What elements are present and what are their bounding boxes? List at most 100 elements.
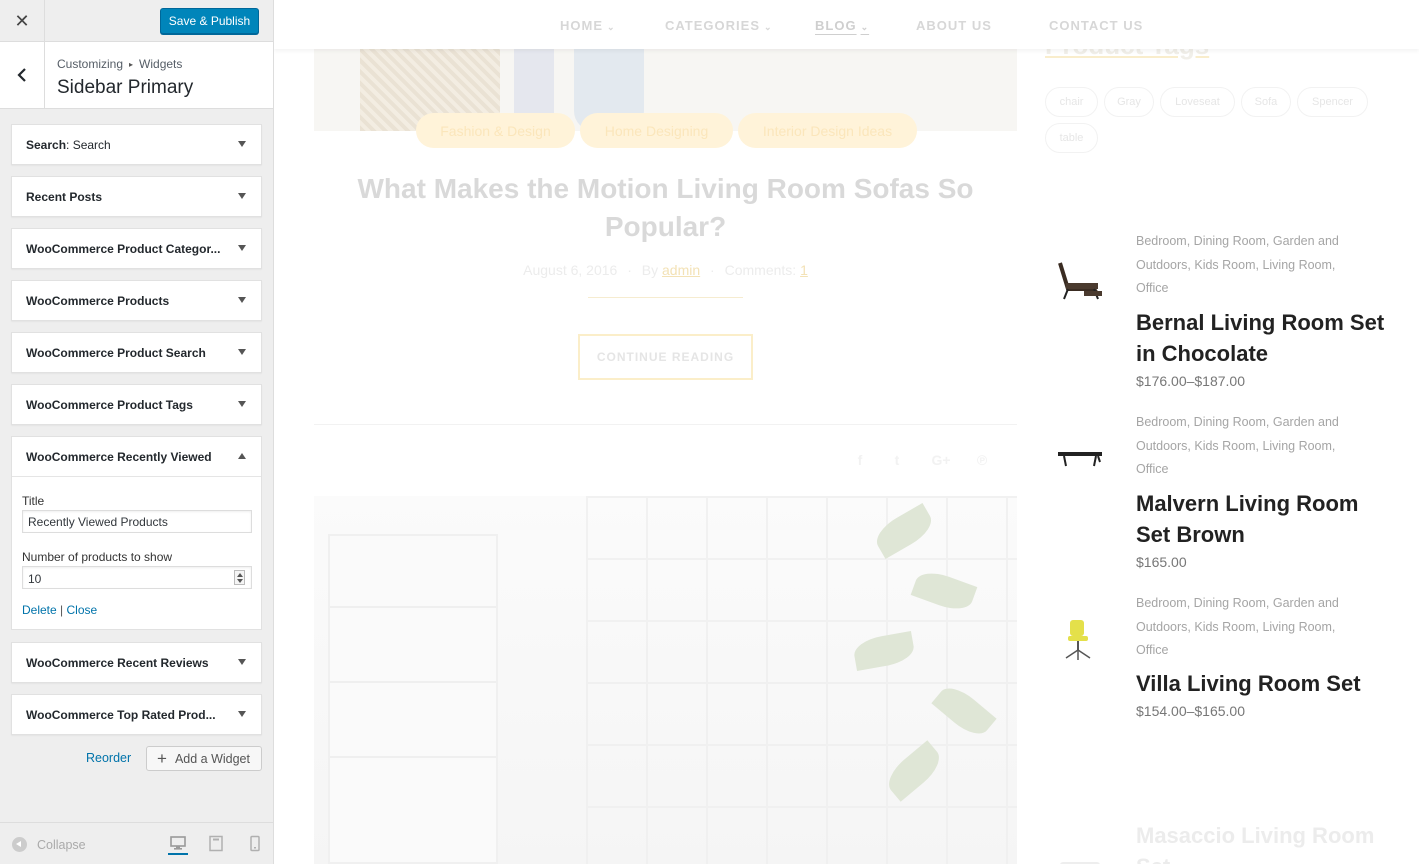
product-tag[interactable]: chair: [1045, 87, 1098, 117]
product-tag[interactable]: Gray: [1104, 87, 1154, 117]
post-featured-image[interactable]: [314, 496, 1017, 864]
save-publish-button[interactable]: Save & Publish: [160, 8, 259, 34]
sofa-icon[interactable]: [1054, 842, 1106, 864]
preview-desktop-button[interactable]: [168, 835, 188, 855]
widget-title: WooCommerce Product Categor...: [26, 242, 221, 256]
nav-home[interactable]: HOME ⌄: [560, 18, 616, 33]
product-tag[interactable]: table: [1045, 123, 1098, 153]
reorder-link[interactable]: Reorder: [86, 751, 131, 765]
window-shape: [586, 496, 1017, 864]
expand-arrow-icon[interactable]: [238, 297, 246, 303]
post-author-link[interactable]: admin: [662, 262, 700, 278]
widget-title: WooCommerce Product Search: [26, 346, 206, 360]
customizer-footer: Collapse: [0, 822, 273, 864]
continue-reading-button[interactable]: CONTINUE READING: [578, 334, 753, 380]
nav-categories-label: CATEGORIES: [665, 18, 760, 33]
shelf-divider: [330, 756, 496, 758]
shelf-divider: [330, 606, 496, 608]
twitter-icon[interactable]: t: [889, 452, 905, 468]
widget-recent-reviews[interactable]: WooCommerce Recent Reviews: [11, 642, 262, 683]
post-category-pill[interactable]: Interior Design Ideas: [738, 113, 917, 148]
widget-header[interactable]: WooCommerce Recently Viewed: [12, 437, 261, 477]
google-plus-icon[interactable]: G+: [930, 452, 952, 468]
collapse-icon: [12, 837, 27, 852]
collapse-sidebar-button[interactable]: Collapse: [12, 837, 86, 852]
widget-products[interactable]: WooCommerce Products: [11, 280, 262, 321]
collapse-arrow-icon[interactable]: [238, 453, 246, 459]
expand-arrow-icon[interactable]: [238, 245, 246, 251]
nav-blog-label: BLOG: [815, 18, 857, 33]
widget-title: Search: Search: [26, 138, 111, 152]
widget-product-categories[interactable]: WooCommerce Product Categor...: [11, 228, 262, 269]
chevron-down-icon: ⌄: [860, 22, 870, 32]
title-field-label: Title: [22, 494, 45, 508]
lounge-chair-icon[interactable]: [1054, 255, 1106, 307]
office-chair-icon[interactable]: [1054, 614, 1106, 666]
chevron-left-icon: [17, 68, 26, 82]
title-input[interactable]: [22, 510, 252, 533]
expand-arrow-icon[interactable]: [238, 659, 246, 665]
expand-arrow-icon[interactable]: [238, 193, 246, 199]
add-widget-button[interactable]: + Add a Widget: [146, 746, 262, 771]
expand-arrow-icon[interactable]: [238, 711, 246, 717]
widget-product-search[interactable]: WooCommerce Product Search: [11, 332, 262, 373]
widget-recent-posts[interactable]: Recent Posts: [11, 176, 262, 217]
widget-search[interactable]: Search: Search: [11, 124, 262, 165]
product-tag[interactable]: Loveseat: [1160, 87, 1235, 117]
nav-categories[interactable]: CATEGORIES ⌄: [665, 18, 773, 33]
chevron-down-icon: ⌄: [607, 22, 616, 32]
customizer-sidebar: ✕ Save & Publish Customizing ▸ Widgets S…: [0, 0, 274, 864]
close-customizer-button[interactable]: ✕: [0, 0, 45, 42]
number-spinner[interactable]: [234, 570, 245, 585]
back-button[interactable]: [0, 42, 45, 108]
post-title[interactable]: What Makes the Motion Living Room Sofas …: [314, 170, 1017, 246]
breadcrumb-separator-icon: ▸: [129, 59, 134, 69]
product-name[interactable]: Malvern Living Room Set Brown: [1136, 488, 1386, 550]
widget-product-tags[interactable]: WooCommerce Product Tags: [11, 384, 262, 425]
number-of-products-input[interactable]: 10: [22, 566, 252, 589]
number-field-label: Number of products to show: [22, 550, 173, 564]
product-categories[interactable]: Bedroom, Dining Room, Garden and Outdoor…: [1136, 230, 1356, 301]
nav-blog[interactable]: BLOG ⌄: [815, 18, 869, 33]
link-separator: |: [60, 603, 64, 617]
expand-arrow-icon[interactable]: [238, 349, 246, 355]
nav-contact-us[interactable]: CONTACT US: [1049, 18, 1143, 33]
pinterest-icon[interactable]: ℗: [974, 452, 990, 468]
facebook-icon[interactable]: f: [852, 452, 868, 468]
divider: [588, 297, 743, 298]
preview-tablet-button[interactable]: [206, 835, 226, 855]
post-comments-link[interactable]: 1: [800, 262, 808, 278]
post-date: August 6, 2016: [523, 262, 618, 278]
plus-icon: +: [157, 749, 167, 768]
spinner-up-icon[interactable]: [237, 573, 243, 577]
divider: [314, 424, 1017, 425]
delete-widget-link[interactable]: Delete: [22, 603, 57, 617]
product-name[interactable]: Bernal Living Room Set in Chocolate: [1136, 307, 1386, 369]
tablet-icon: [209, 835, 223, 852]
nav-home-label: HOME: [560, 18, 603, 33]
preview-mobile-button[interactable]: [245, 835, 265, 855]
desktop-icon: [170, 836, 186, 850]
product-name[interactable]: Villa Living Room Set: [1136, 668, 1386, 699]
product-categories[interactable]: Bedroom, Dining Room, Garden and Outdoor…: [1136, 411, 1356, 482]
widget-top-rated-products[interactable]: WooCommerce Top Rated Prod...: [11, 694, 262, 735]
expand-arrow-icon[interactable]: [238, 141, 246, 147]
widget-title-label: Search: [26, 138, 67, 152]
breadcrumb-widgets: Widgets: [139, 57, 183, 71]
product-tag[interactable]: Sofa: [1241, 87, 1291, 117]
breadcrumb-customizing: Customizing: [57, 57, 124, 71]
close-widget-link[interactable]: Close: [67, 603, 98, 617]
post-category-pill[interactable]: Home Designing: [580, 113, 733, 148]
spinner-down-icon[interactable]: [237, 579, 243, 583]
expand-arrow-icon[interactable]: [238, 401, 246, 407]
product-price: $154.00–$165.00: [1136, 703, 1245, 719]
widget-title: Recent Posts: [26, 190, 103, 204]
product-name[interactable]: Masaccio Living Room Set: [1136, 820, 1386, 864]
product-tag[interactable]: Spencer: [1297, 87, 1368, 117]
post-category-pill[interactable]: Fashion & Design: [416, 113, 575, 148]
coffee-table-icon[interactable]: [1054, 434, 1106, 486]
widget-title: WooCommerce Products: [26, 294, 170, 308]
close-icon: ✕: [14, 10, 30, 31]
nav-about-us[interactable]: ABOUT US: [916, 18, 992, 33]
product-categories[interactable]: Bedroom, Dining Room, Garden and Outdoor…: [1136, 592, 1356, 663]
